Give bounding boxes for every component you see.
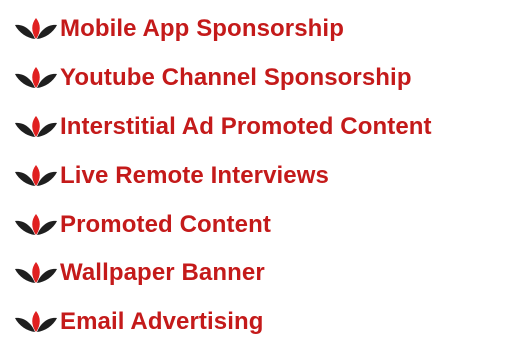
list-item: Youtube Channel Sponsorship: [14, 54, 432, 103]
live-remote-interviews-link[interactable]: Live Remote Interviews: [60, 162, 329, 190]
interstitial-ad-promoted-content-link[interactable]: Interstitial Ad Promoted Content: [60, 113, 432, 141]
youtube-channel-sponsorship-link[interactable]: Youtube Channel Sponsorship: [60, 64, 412, 92]
email-advertising-link[interactable]: Email Advertising: [60, 308, 264, 336]
list-item: Wallpaper Banner: [14, 249, 432, 298]
list-item: Promoted Content: [14, 200, 432, 249]
list-item: Interstitial Ad Promoted Content: [14, 103, 432, 152]
mobile-app-sponsorship-link[interactable]: Mobile App Sponsorship: [60, 15, 344, 43]
leaf-bullet-icon: [14, 17, 58, 41]
promoted-content-link[interactable]: Promoted Content: [60, 211, 271, 239]
leaf-bullet-icon: [14, 66, 58, 90]
leaf-bullet-icon: [14, 164, 58, 188]
list-item: Live Remote Interviews: [14, 151, 432, 200]
leaf-bullet-icon: [14, 115, 58, 139]
leaf-bullet-icon: [14, 213, 58, 237]
wallpaper-banner-link[interactable]: Wallpaper Banner: [60, 259, 265, 287]
leaf-bullet-icon: [14, 310, 58, 334]
sponsorship-options-list: Mobile App Sponsorship Youtube Channel S…: [14, 5, 432, 347]
list-item: Email Advertising: [14, 298, 432, 347]
leaf-bullet-icon: [14, 261, 58, 285]
list-item: Mobile App Sponsorship: [14, 5, 432, 54]
